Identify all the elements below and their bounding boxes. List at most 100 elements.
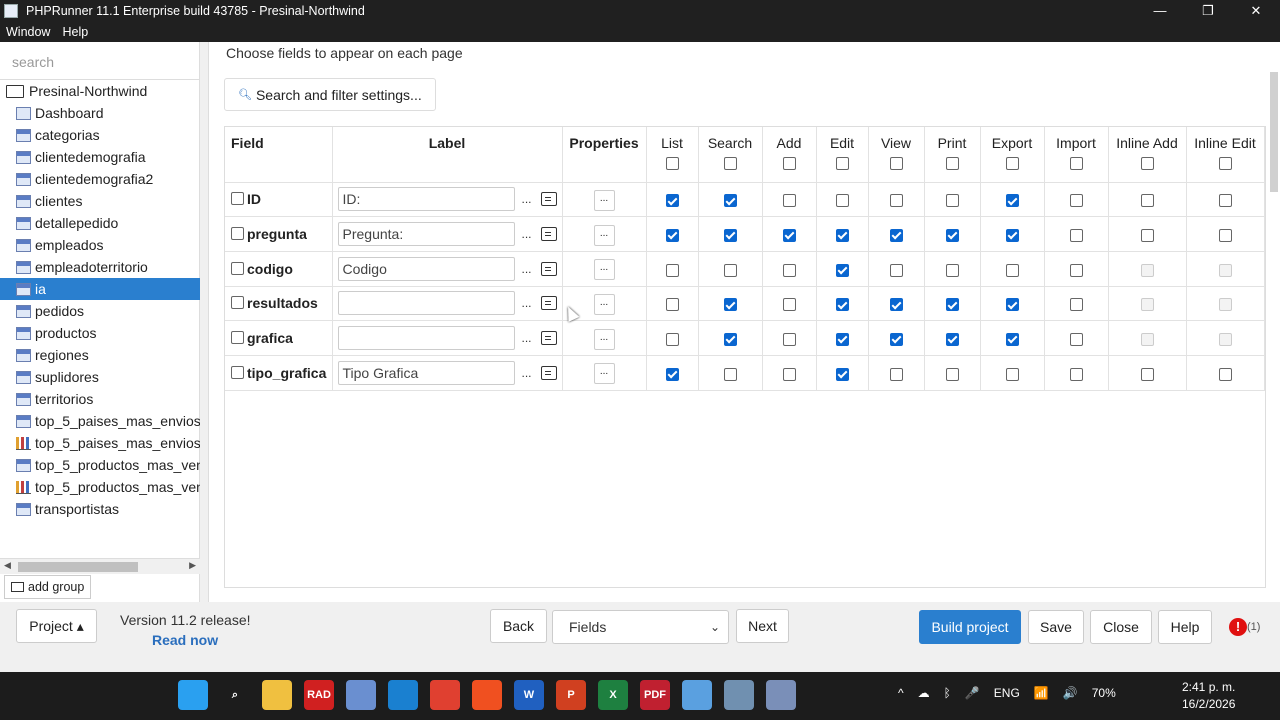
powerpoint-icon[interactable]: P: [556, 680, 586, 710]
select-all-import-checkbox[interactable]: [1069, 157, 1083, 170]
label-input[interactable]: Pregunta:: [337, 222, 515, 247]
export-checkbox[interactable]: [1005, 367, 1019, 381]
edit-checkbox[interactable]: [835, 228, 849, 242]
main-vertical-scrollbar[interactable]: [1268, 48, 1280, 596]
battery-level[interactable]: 70%: [1092, 686, 1116, 700]
edit-checkbox[interactable]: [835, 298, 849, 312]
list-checkbox[interactable]: [665, 298, 679, 312]
view-checkbox[interactable]: [889, 263, 903, 277]
export-checkbox[interactable]: [1005, 263, 1019, 277]
print-checkbox[interactable]: [945, 367, 959, 381]
properties-button[interactable]: ...: [593, 224, 615, 246]
sidebar-item-empleados[interactable]: empleados: [0, 234, 200, 256]
print-checkbox[interactable]: [945, 228, 959, 242]
print-checkbox[interactable]: [945, 194, 959, 208]
bluetooth-icon[interactable]: ᛒ: [944, 686, 951, 700]
import-checkbox[interactable]: [1069, 367, 1083, 381]
sidebar-item-clientedemografia2[interactable]: clientedemografia2: [0, 168, 200, 190]
inline-edit-checkbox[interactable]: [1218, 228, 1232, 242]
search-checkbox[interactable]: [723, 332, 737, 346]
label-multilang-icon[interactable]: [540, 192, 557, 207]
sidebar-item-categorias[interactable]: categorias: [0, 124, 200, 146]
label-input[interactable]: Tipo Grafica: [337, 360, 515, 385]
print-checkbox[interactable]: [945, 263, 959, 277]
notifications-button[interactable]: ! (1): [1229, 618, 1260, 636]
search-checkbox[interactable]: [723, 228, 737, 242]
sidebar-item-regiones[interactable]: regiones: [0, 344, 200, 366]
scroll-left-icon[interactable]: ◀: [4, 560, 11, 571]
list-checkbox[interactable]: [665, 228, 679, 242]
phprunner-icon[interactable]: [766, 680, 796, 710]
sidebar-item-top-5-paises-mas-envios[interactable]: top_5_paises_mas_envios: [0, 432, 200, 454]
select-all-add-checkbox[interactable]: [782, 157, 796, 170]
inline-edit-checkbox[interactable]: [1218, 367, 1232, 381]
sidebar-item-clientedemografia[interactable]: clientedemografia: [0, 146, 200, 168]
windows-start-icon[interactable]: [178, 680, 208, 710]
select-all-export-checkbox[interactable]: [1005, 157, 1019, 170]
add-group-button[interactable]: add group: [4, 575, 92, 599]
properties-button[interactable]: ...: [593, 259, 615, 281]
search-checkbox[interactable]: [723, 367, 737, 381]
label-input[interactable]: [337, 291, 515, 316]
select-all-list-checkbox[interactable]: [665, 157, 679, 170]
build-project-button[interactable]: Build project: [919, 610, 1021, 644]
inline-add-checkbox[interactable]: [1140, 228, 1154, 242]
label-edit-button[interactable]: ...: [516, 262, 538, 276]
edit-checkbox[interactable]: [835, 367, 849, 381]
inline-add-checkbox[interactable]: [1140, 367, 1154, 381]
splitter[interactable]: [200, 42, 208, 602]
label-multilang-icon[interactable]: [540, 296, 557, 311]
sidebar-search-input[interactable]: search: [0, 42, 199, 80]
page-select[interactable]: Fields ⌄: [552, 610, 729, 644]
close-window-button[interactable]: ✕: [1232, 0, 1280, 22]
properties-button[interactable]: ...: [593, 293, 615, 315]
sidebar-item-suplidores[interactable]: suplidores: [0, 366, 200, 388]
pdf-icon[interactable]: PDF: [640, 680, 670, 710]
sidebar-item-top-5-paises-mas-envios[interactable]: top_5_paises_mas_envios: [0, 410, 200, 432]
list-checkbox[interactable]: [665, 194, 679, 208]
select-all-print-checkbox[interactable]: [945, 157, 959, 170]
edit-checkbox[interactable]: [835, 263, 849, 277]
search-checkbox[interactable]: [723, 298, 737, 312]
view-checkbox[interactable]: [889, 298, 903, 312]
label-edit-button[interactable]: ...: [516, 227, 538, 241]
scroll-thumb[interactable]: [1270, 72, 1278, 192]
sidebar-item-top-5-productos-mas-ven[interactable]: top_5_productos_mas_ven: [0, 476, 200, 498]
inline-edit-checkbox[interactable]: [1218, 194, 1232, 208]
vscode-icon[interactable]: [388, 680, 418, 710]
sidebar-item-detallepedido[interactable]: detallepedido: [0, 212, 200, 234]
file-explorer-icon[interactable]: [262, 680, 292, 710]
select-all-view-checkbox[interactable]: [889, 157, 903, 170]
sidebar-item-ia[interactable]: ia: [0, 278, 200, 300]
minimize-button[interactable]: —: [1136, 0, 1184, 22]
word-icon[interactable]: W: [514, 680, 544, 710]
export-checkbox[interactable]: [1005, 298, 1019, 312]
sidebar-item-clientes[interactable]: clientes: [0, 190, 200, 212]
field-select-checkbox[interactable]: [231, 261, 244, 275]
select-all-inline-add-checkbox[interactable]: [1140, 157, 1154, 170]
wifi-icon[interactable]: 📶: [1034, 686, 1049, 700]
edit-checkbox[interactable]: [835, 332, 849, 346]
next-button[interactable]: Next: [736, 609, 789, 643]
label-input[interactable]: Codigo: [337, 256, 515, 281]
print-checkbox[interactable]: [945, 332, 959, 346]
search-icon[interactable]: ⌕: [220, 680, 250, 710]
label-input[interactable]: [337, 326, 515, 351]
import-checkbox[interactable]: [1069, 298, 1083, 312]
import-checkbox[interactable]: [1069, 263, 1083, 277]
microphone-icon[interactable]: 🎤: [965, 686, 980, 700]
excel-icon[interactable]: X: [598, 680, 628, 710]
print-checkbox[interactable]: [945, 298, 959, 312]
field-select-checkbox[interactable]: [231, 330, 244, 344]
view-checkbox[interactable]: [889, 367, 903, 381]
label-input[interactable]: ID:: [337, 187, 515, 212]
view-checkbox[interactable]: [889, 194, 903, 208]
add-checkbox[interactable]: [782, 367, 796, 381]
menu-help[interactable]: Help: [56, 25, 94, 39]
add-checkbox[interactable]: [782, 228, 796, 242]
help-button[interactable]: Help: [1158, 610, 1212, 644]
properties-button[interactable]: ...: [593, 189, 615, 211]
sidebar-item-transportistas[interactable]: transportistas: [0, 498, 200, 520]
add-checkbox[interactable]: [782, 298, 796, 312]
rad-icon[interactable]: RAD: [304, 680, 334, 710]
